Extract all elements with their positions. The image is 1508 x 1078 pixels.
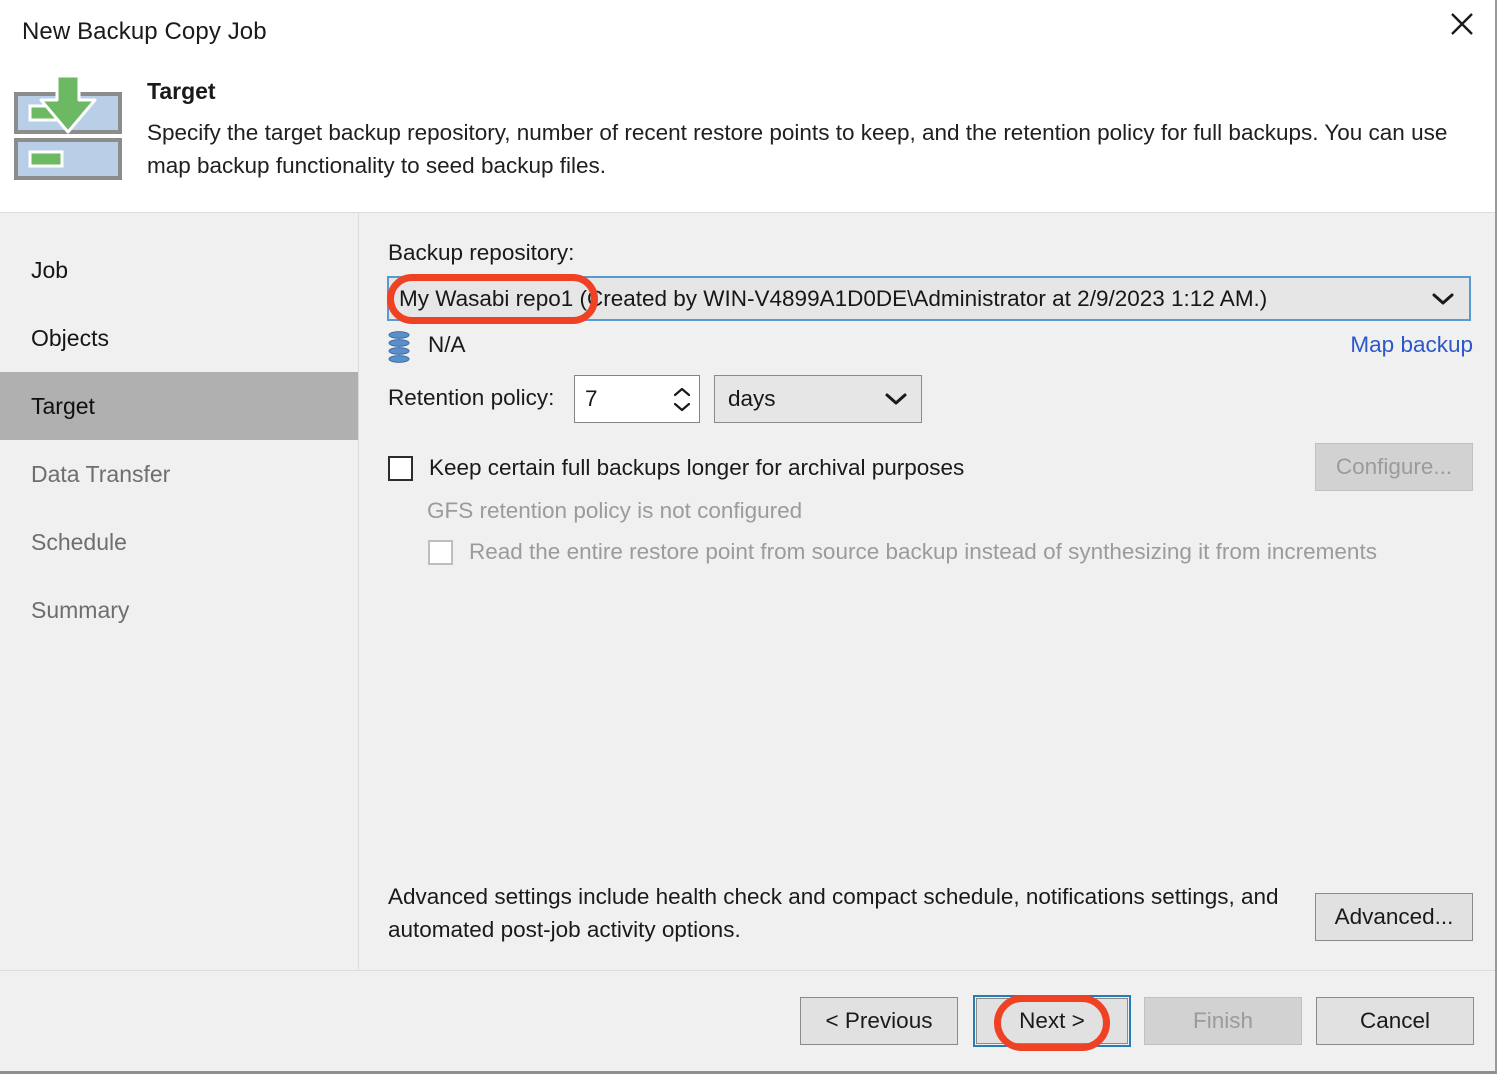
retention-unit-value: days (728, 386, 776, 411)
read-full-restore-point-label: Read the entire restore point from sourc… (469, 539, 1377, 564)
backup-repository-select[interactable]: My Wasabi repo1 (Created by WIN-V4899A1D… (387, 276, 1471, 321)
retention-unit-select[interactable]: days (714, 375, 922, 423)
sidebar-item-objects[interactable]: Objects (0, 304, 358, 372)
map-backup-link[interactable]: Map backup (1350, 332, 1473, 358)
dialog-body: Job Objects Target Data Transfer Schedul… (0, 213, 1495, 970)
next-button-focus-ring: Next > (973, 995, 1131, 1047)
archival-retention-label: Keep certain full backups longer for arc… (429, 455, 965, 480)
page-header: Target Specify the target backup reposit… (0, 62, 1495, 212)
database-icon (388, 331, 410, 363)
title-bar: New Backup Copy Job (0, 0, 1495, 62)
gfs-status-note: GFS retention policy is not configured (427, 498, 803, 523)
previous-button[interactable]: < Previous (800, 997, 958, 1045)
close-button[interactable] (1431, 0, 1493, 48)
advanced-settings-description: Advanced settings include health check a… (388, 884, 1279, 942)
finish-button: Finish (1144, 997, 1302, 1045)
archival-retention-checkbox-row[interactable]: Keep certain full backups longer for arc… (388, 455, 964, 481)
configure-button: Configure... (1315, 443, 1473, 491)
page-title: Target (147, 78, 216, 104)
dialog-footer: < Previous Next > Finish Cancel (0, 971, 1495, 1071)
window-title: New Backup Copy Job (22, 18, 267, 45)
spinner-up-down-icon[interactable] (665, 376, 699, 422)
sidebar-item-summary[interactable]: Summary (0, 576, 358, 644)
backup-repository-download-icon (10, 74, 126, 186)
backup-repository-value: My Wasabi repo1 (Created by WIN-V4899A1D… (399, 285, 1268, 311)
page-description: Specify the target backup repository, nu… (147, 120, 1448, 178)
sidebar-item-data-transfer[interactable]: Data Transfer (0, 440, 358, 508)
target-settings-pane: Backup repository: My Wasabi repo1 (Crea… (360, 213, 1495, 970)
dialog-window: New Backup Copy Job Target Specify the t… (0, 0, 1497, 1074)
sidebar-item-schedule[interactable]: Schedule (0, 508, 358, 576)
retention-policy-label: Retention policy: (388, 385, 555, 410)
backup-repository-label: Backup repository: (388, 240, 575, 265)
retention-policy-value: 7 (585, 386, 598, 411)
read-full-restore-point-checkbox-row: Read the entire restore point from sourc… (428, 539, 1377, 565)
cancel-button[interactable]: Cancel (1316, 997, 1474, 1045)
advanced-button[interactable]: Advanced... (1315, 893, 1473, 941)
retention-policy-stepper[interactable]: 7 (574, 375, 700, 423)
close-icon (1448, 10, 1476, 38)
chevron-down-icon (871, 392, 921, 406)
chevron-down-icon (1417, 292, 1469, 306)
next-button[interactable]: Next > (976, 998, 1128, 1044)
sidebar-item-target[interactable]: Target (0, 372, 358, 440)
archival-retention-checkbox[interactable] (388, 455, 413, 481)
repository-capacity-value: N/A (428, 332, 466, 357)
read-full-restore-point-checkbox (428, 539, 453, 565)
sidebar-item-job[interactable]: Job (0, 236, 358, 304)
wizard-steps-sidebar: Job Objects Target Data Transfer Schedul… (0, 213, 359, 970)
